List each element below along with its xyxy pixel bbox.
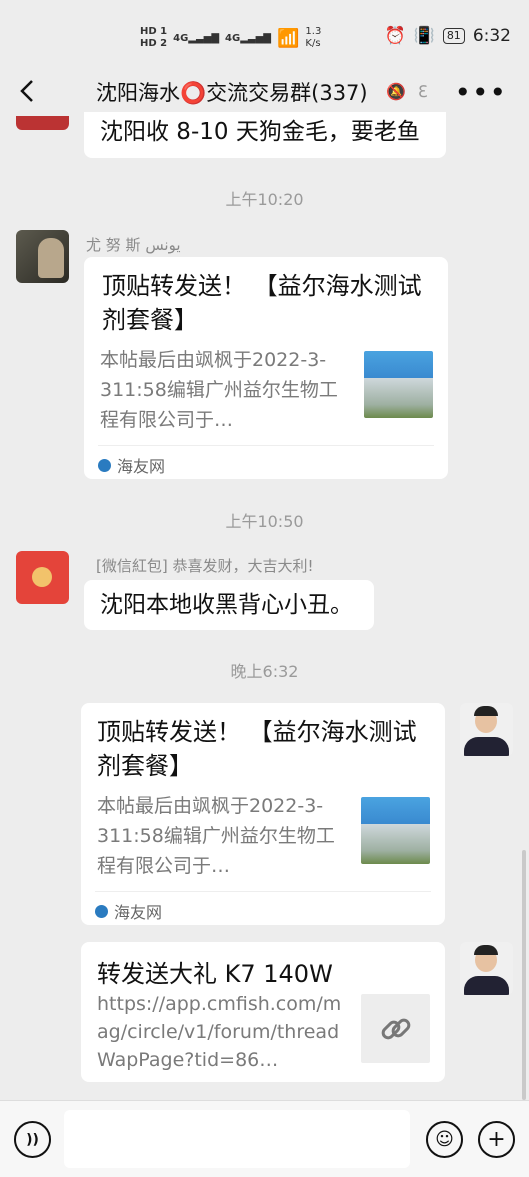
- card-source-label: 海友网: [117, 457, 166, 476]
- more-button[interactable]: •••: [454, 76, 507, 109]
- timestamp: 上午10:20: [225, 190, 304, 209]
- status-network-icons: HD 1 HD 2 4G▂▃▅▇ 4G▂▃▅▇ 📶 1.3 K/s: [140, 22, 321, 54]
- voice-button[interactable]: )): [14, 1121, 51, 1158]
- sender-name: 尤 努 斯 يونس: [86, 236, 181, 254]
- status-right: ⏰ 📳 81 6:32: [384, 26, 511, 46]
- emoji-button[interactable]: ☺: [426, 1121, 463, 1158]
- signal-icon-1: 4G▂▃▅▇: [173, 32, 220, 44]
- status-bar: HD 1 HD 2 4G▂▃▅▇ 4G▂▃▅▇ 📶 1.3 K/s ⏰ 📳 81…: [0, 0, 529, 64]
- message-text: 沈阳收 8-10 天狗金毛，要老鱼: [100, 119, 420, 145]
- card-source: 海友网: [98, 453, 165, 477]
- link-thumbnail: [361, 994, 430, 1063]
- card-title: 顶贴转发送！ 【益尔海水测试剂套餐】: [102, 272, 422, 334]
- link-icon: [381, 1018, 410, 1039]
- avatar-sender-2[interactable]: [16, 551, 69, 604]
- input-bar: )) ☺ +: [0, 1100, 529, 1177]
- emoji-icon: ☺: [435, 1129, 454, 1150]
- card-thumbnail: [364, 351, 433, 418]
- battery-icon: 81: [442, 28, 465, 44]
- message-bubble-partial[interactable]: 沈阳收 8-10 天狗金毛，要老鱼: [84, 112, 446, 158]
- message-input[interactable]: [64, 1110, 410, 1168]
- message-text: 沈阳本地收黑背心小丑。: [100, 592, 353, 618]
- link-card[interactable]: 转发送大礼 K7 140W https://app.cmfish.com/mag…: [81, 942, 445, 1082]
- haiyou-logo-icon: [95, 904, 108, 918]
- card-source: 海友网: [95, 899, 162, 923]
- signal-icon-2: 4G▂▃▅▇: [225, 32, 271, 44]
- card-description: 本帖最后由飒枫于2022-3-311:58编辑广州益尔生物工程有限公司于…: [97, 795, 335, 877]
- sender-name: [微信紅包] 恭喜发财，大吉大利!: [96, 557, 314, 575]
- alarm-icon: ⏰: [384, 26, 406, 46]
- card-divider: [98, 445, 434, 446]
- message-bubble[interactable]: 沈阳本地收黑背心小丑。: [84, 580, 374, 630]
- timestamp: 上午10:50: [225, 512, 304, 531]
- speed-label: 1.3 K/s: [305, 26, 322, 49]
- vibrate-icon: 📳: [413, 26, 435, 46]
- plus-button[interactable]: +: [478, 1121, 515, 1158]
- haiyou-logo-icon: [98, 458, 111, 472]
- ear-icon: ℇ: [417, 82, 428, 101]
- chat-title: 沈阳海水⭕交流交易群(337): [96, 81, 368, 105]
- plus-icon: +: [487, 1127, 506, 1152]
- mute-bell-icon: 🔕: [386, 82, 406, 101]
- shared-card-2[interactable]: 顶贴转发送！ 【益尔海水测试剂套餐】 本帖最后由飒枫于2022-3-311:58…: [81, 703, 445, 925]
- back-button[interactable]: [14, 76, 44, 106]
- clock: 6:32: [472, 26, 511, 46]
- hd1-label: HD 1: [140, 26, 168, 37]
- header-status-icons: 🔕 ℇ: [386, 82, 428, 101]
- card-title: 顶贴转发送！ 【益尔海水测试剂套餐】: [97, 718, 417, 780]
- back-arrow-icon: [20, 80, 33, 102]
- card-description: 本帖最后由飒枫于2022-3-311:58编辑广州益尔生物工程有限公司于…: [100, 349, 338, 431]
- shared-card-1[interactable]: 顶贴转发送！ 【益尔海水测试剂套餐】 本帖最后由飒枫于2022-3-311:58…: [84, 257, 448, 479]
- voice-icon: )): [26, 1131, 39, 1148]
- card-thumbnail: [361, 797, 430, 864]
- avatar-partial[interactable]: [16, 116, 69, 130]
- wifi-icon: 📶: [276, 27, 300, 49]
- hd2-label: HD 2: [140, 38, 168, 49]
- avatar-me[interactable]: [460, 942, 513, 995]
- scrollbar[interactable]: [522, 850, 526, 1100]
- card-source-label: 海友网: [114, 903, 163, 922]
- avatar-me[interactable]: [460, 703, 513, 756]
- redpacket-coin-icon: [32, 567, 52, 587]
- link-title: 转发送大礼 K7 140W: [97, 960, 333, 988]
- card-divider: [95, 891, 431, 892]
- avatar-sender-1[interactable]: [16, 230, 69, 283]
- timestamp: 晚上6:32: [230, 662, 299, 681]
- link-url: https://app.cmfish.com/mag/circle/v1/for…: [97, 993, 342, 1071]
